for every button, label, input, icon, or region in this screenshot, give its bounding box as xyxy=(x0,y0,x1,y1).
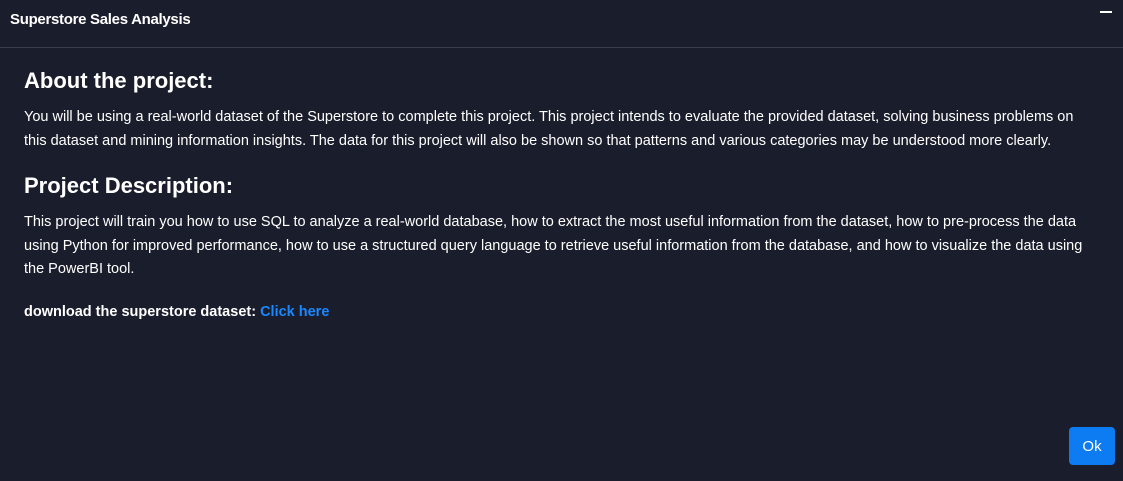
ok-button[interactable]: Ok xyxy=(1069,427,1115,465)
description-heading: Project Description: xyxy=(24,173,234,198)
description-text: This project will train you how to use S… xyxy=(24,214,1083,277)
download-label: download the superstore dataset: xyxy=(24,303,261,320)
modal-title: Superstore Sales Analysis xyxy=(10,11,191,28)
about-text: You will be using a real-world dataset o… xyxy=(24,109,1074,149)
modal-body: About the project: You will be using a r… xyxy=(0,48,1123,324)
download-line: download the superstore dataset: Click h… xyxy=(24,300,1099,324)
minimize-button[interactable] xyxy=(1100,6,1112,18)
project-info-modal: Superstore Sales Analysis About the proj… xyxy=(0,0,1123,481)
minimize-icon xyxy=(1100,11,1112,13)
modal-header: Superstore Sales Analysis xyxy=(0,0,1123,48)
about-heading: About the project: xyxy=(24,68,214,93)
download-link[interactable]: Click here xyxy=(260,304,329,320)
